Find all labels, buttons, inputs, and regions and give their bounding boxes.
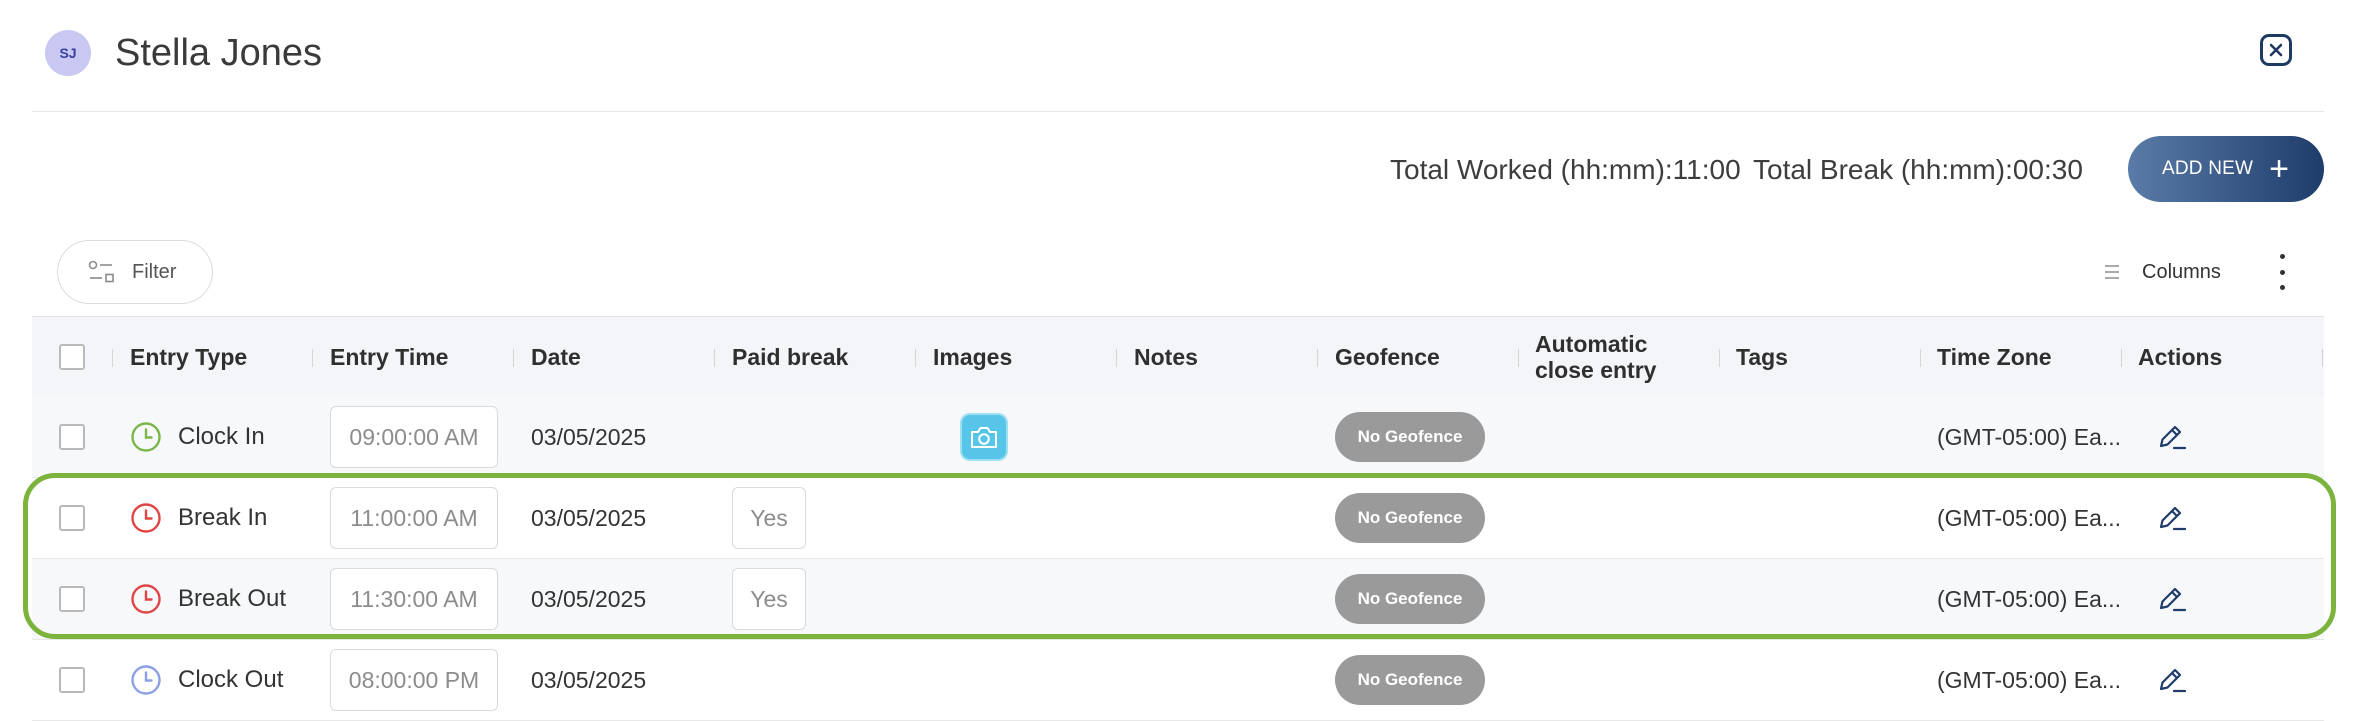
row-checkbox[interactable] bbox=[59, 586, 85, 612]
select-all-cell bbox=[59, 317, 85, 397]
time-entries-table: Entry Type Entry Time Date Paid break Im… bbox=[32, 316, 2324, 721]
total-break: Total Break (hh:mm):00:30 bbox=[1753, 154, 2083, 185]
image-thumbnail-button[interactable] bbox=[962, 415, 1006, 459]
row-checkbox[interactable] bbox=[59, 424, 85, 450]
page-title: Stella Jones bbox=[115, 32, 323, 74]
column-header-geofence[interactable]: Geofence bbox=[1335, 317, 1440, 397]
columns-icon bbox=[2105, 265, 2119, 279]
avatar: SJ bbox=[45, 30, 91, 76]
entry-type-cell: Break In bbox=[130, 478, 267, 558]
paid-break-field[interactable]: Yes bbox=[732, 487, 806, 549]
break-in-icon bbox=[131, 503, 161, 533]
table-row[interactable]: Clock Out 08:00:00 PM 03/05/2025 No Geof… bbox=[32, 640, 2324, 721]
select-all-checkbox[interactable] bbox=[59, 344, 85, 370]
entry-type-cell: Break Out bbox=[130, 559, 286, 639]
filter-label: Filter bbox=[132, 260, 177, 283]
row-checkbox[interactable] bbox=[59, 667, 85, 693]
entry-type-label: Break In bbox=[178, 504, 268, 531]
geofence-badge: No Geofence bbox=[1335, 574, 1485, 624]
columns-label: Columns bbox=[2142, 260, 2221, 283]
entry-time-field[interactable]: 11:00:00 AM bbox=[330, 487, 498, 549]
columns-button[interactable]: Columns bbox=[2104, 256, 2221, 288]
break-out-icon bbox=[131, 584, 161, 614]
filter-icon bbox=[88, 260, 114, 283]
entry-type-label: Clock Out bbox=[178, 666, 284, 693]
add-new-label: ADD NEW bbox=[2162, 158, 2254, 179]
paid-break-field[interactable]: Yes bbox=[732, 568, 806, 630]
column-header-date[interactable]: Date bbox=[531, 317, 581, 397]
time-zone-value: (GMT-05:00) Ea... bbox=[1937, 666, 2122, 693]
table-row[interactable]: Break Out 11:30:00 AM 03/05/2025 Yes No … bbox=[32, 559, 2324, 640]
column-header-tags[interactable]: Tags bbox=[1736, 317, 1788, 397]
camera-icon bbox=[971, 427, 997, 448]
edit-icon[interactable] bbox=[2154, 502, 2188, 534]
entry-time-field[interactable]: 08:00:00 PM bbox=[330, 649, 498, 711]
geofence-badge: No Geofence bbox=[1335, 493, 1485, 543]
add-new-button[interactable]: ADD NEW + bbox=[2128, 136, 2324, 202]
entry-time-field[interactable]: 09:00:00 AM bbox=[330, 406, 498, 468]
close-icon bbox=[2269, 43, 2283, 57]
edit-icon[interactable] bbox=[2154, 583, 2188, 615]
column-header-paid-break[interactable]: Paid break bbox=[732, 317, 848, 397]
column-header-time-zone[interactable]: Time Zone bbox=[1937, 317, 2052, 397]
total-worked: Total Worked (hh:mm):11:00 bbox=[1390, 154, 1741, 185]
date-value: 03/05/2025 bbox=[531, 423, 647, 450]
entry-time-field[interactable]: 11:30:00 AM bbox=[330, 568, 498, 630]
column-header-notes[interactable]: Notes bbox=[1134, 317, 1198, 397]
table-header: Entry Type Entry Time Date Paid break Im… bbox=[32, 316, 2324, 397]
time-zone-value: (GMT-05:00) Ea... bbox=[1937, 423, 2122, 450]
entry-type-cell: Clock Out bbox=[130, 640, 283, 720]
entry-type-label: Clock In bbox=[178, 423, 265, 450]
geofence-badge: No Geofence bbox=[1335, 655, 1485, 705]
geofence-badge: No Geofence bbox=[1335, 412, 1485, 462]
edit-icon[interactable] bbox=[2154, 664, 2188, 696]
clock-out-icon bbox=[131, 665, 161, 695]
time-zone-value: (GMT-05:00) Ea... bbox=[1937, 504, 2122, 531]
date-value: 03/05/2025 bbox=[531, 585, 647, 612]
clock-in-icon bbox=[131, 422, 161, 452]
filter-button[interactable]: Filter bbox=[57, 240, 213, 304]
close-button[interactable] bbox=[2260, 34, 2292, 66]
column-header-automatic-close-entry[interactable]: Automatic close entry bbox=[1535, 317, 1685, 397]
entry-type-cell: Clock In bbox=[130, 397, 265, 477]
edit-icon[interactable] bbox=[2154, 421, 2188, 453]
time-zone-value: (GMT-05:00) Ea... bbox=[1937, 585, 2122, 612]
plus-icon: + bbox=[2269, 150, 2290, 188]
entry-type-label: Break Out bbox=[178, 585, 287, 612]
date-value: 03/05/2025 bbox=[531, 504, 647, 531]
header-divider bbox=[32, 111, 2324, 112]
table-row[interactable]: Break In 11:00:00 AM 03/05/2025 Yes No G… bbox=[32, 478, 2324, 559]
column-header-entry-time[interactable]: Entry Time bbox=[330, 317, 448, 397]
column-header-entry-type[interactable]: Entry Type bbox=[130, 317, 247, 397]
date-value: 03/05/2025 bbox=[531, 666, 647, 693]
table-row[interactable]: Clock In 09:00:00 AM 03/05/2025 No Geofe… bbox=[32, 397, 2324, 478]
column-header-images[interactable]: Images bbox=[933, 317, 1012, 397]
row-checkbox[interactable] bbox=[59, 505, 85, 531]
more-vertical-icon[interactable] bbox=[2272, 254, 2292, 290]
column-header-actions[interactable]: Actions bbox=[2138, 317, 2222, 397]
